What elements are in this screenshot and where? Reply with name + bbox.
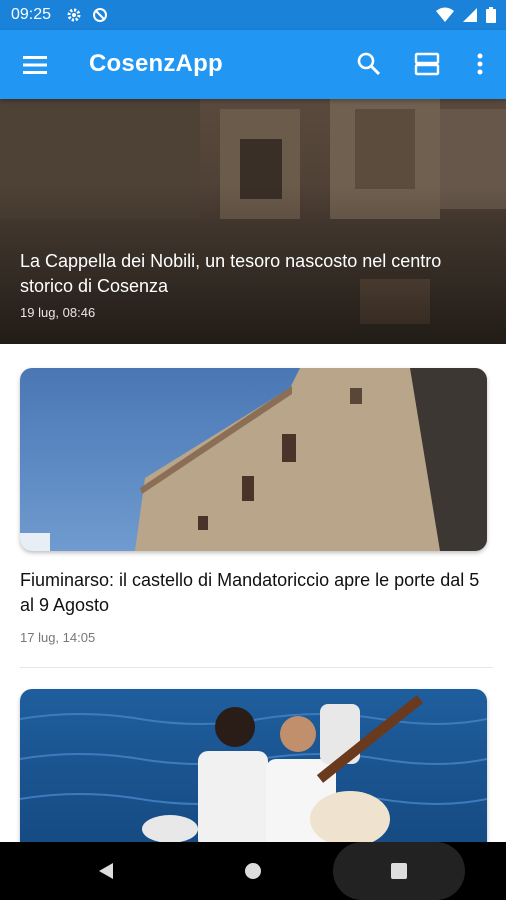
search-icon[interactable] (355, 50, 383, 78)
home-icon[interactable] (244, 862, 262, 880)
view-stream-icon[interactable] (413, 50, 441, 78)
article-image (20, 689, 487, 849)
hero-article[interactable]: La Cappella dei Nobili, un tesoro nascos… (0, 99, 506, 344)
status-time: 09:25 (11, 6, 52, 23)
hero-date: 19 lug, 08:46 (20, 305, 96, 320)
menu-icon[interactable] (22, 52, 48, 78)
app-bar: CosenzApp (0, 30, 506, 99)
navigation-bar (0, 842, 506, 900)
settings-icon (67, 8, 81, 22)
battery-icon (486, 7, 496, 23)
back-icon[interactable] (97, 862, 115, 880)
data-saver-icon (93, 8, 107, 22)
hero-title: La Cappella dei Nobili, un tesoro nascos… (20, 251, 442, 296)
app-title: CosenzApp (89, 50, 223, 77)
more-vert-icon[interactable] (466, 50, 494, 78)
wifi-icon (436, 7, 454, 22)
article-image (20, 368, 487, 551)
divider (20, 667, 493, 668)
signal-icon (463, 8, 477, 22)
article-title: Fiuminarso: il castello di Mandatoriccio… (20, 570, 480, 615)
recents-icon[interactable] (390, 862, 408, 880)
article-date: 17 lug, 14:05 (20, 630, 96, 645)
status-bar: 09:25 (0, 0, 506, 30)
